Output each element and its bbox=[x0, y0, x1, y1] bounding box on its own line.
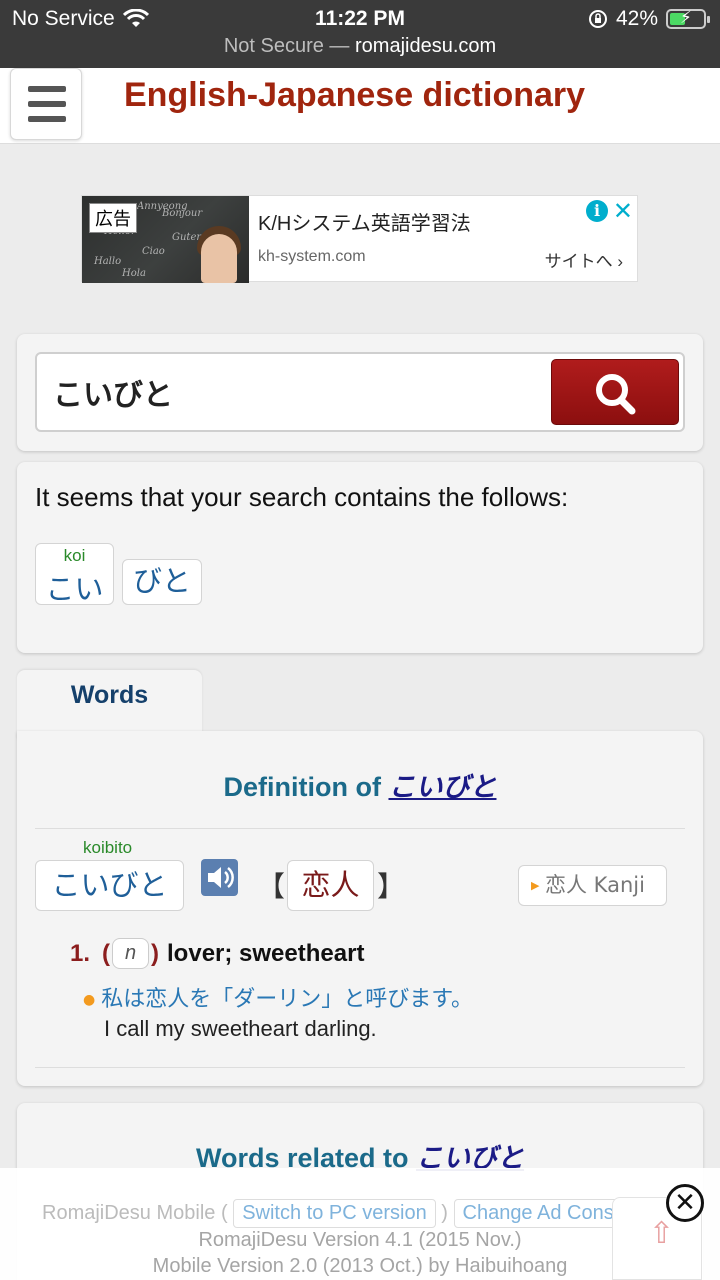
search-icon bbox=[596, 374, 636, 415]
ad-person-image bbox=[201, 234, 237, 283]
footer: RomajiDesu Mobile ( Switch to PC version… bbox=[0, 1168, 720, 1280]
ad-domain: kh-system.com bbox=[258, 248, 366, 265]
bracket-open: 【 bbox=[257, 870, 286, 903]
part-of-speech-badge[interactable]: n bbox=[112, 938, 150, 969]
triangle-right-icon: ▶ bbox=[531, 879, 540, 892]
sense-gloss: lover; sweetheart bbox=[167, 939, 365, 967]
battery-percent: 42% bbox=[615, 7, 658, 30]
arrow-up-icon: ⇧ bbox=[649, 1217, 675, 1250]
search-panel bbox=[17, 334, 703, 451]
chip-kana: こい bbox=[45, 572, 104, 606]
switch-to-pc-link[interactable]: Switch to PC version bbox=[233, 1199, 436, 1228]
sense-row: 1. ( n ) lover; sweetheart bbox=[70, 938, 364, 969]
definition-panel: Definition of こいびと koibito こいびと 【 恋人 】 ▶… bbox=[17, 731, 703, 1086]
bullet-icon: ● bbox=[83, 992, 96, 1008]
footer-brand: RomajiDesu Mobile ( bbox=[42, 1202, 228, 1224]
chip-kana: びと bbox=[132, 564, 191, 598]
tab-words[interactable]: Words bbox=[17, 670, 202, 740]
hamburger-menu-button[interactable] bbox=[10, 68, 82, 140]
ad-image[interactable]: Hello! Bonjour Ciao Hallo Guten Hola Ann… bbox=[82, 196, 249, 283]
security-label: Not Secure — bbox=[223, 35, 350, 57]
close-icon[interactable]: ✕ bbox=[666, 1184, 704, 1222]
ad-cta-button[interactable]: サイトへ › bbox=[545, 247, 623, 272]
definition-prefix: Definition of bbox=[223, 772, 389, 802]
ad-close-icon[interactable]: ✕ bbox=[613, 197, 633, 226]
definition-heading: Definition of こいびと bbox=[17, 765, 703, 804]
bracket-close: 】 bbox=[377, 870, 406, 903]
footer-sep: ) bbox=[441, 1202, 448, 1224]
orientation-lock-icon bbox=[588, 10, 607, 28]
ad-banner[interactable]: Hello! Bonjour Ciao Hallo Guten Hola Ann… bbox=[81, 195, 638, 283]
search-box bbox=[35, 352, 685, 432]
search-input[interactable] bbox=[53, 372, 533, 412]
play-audio-button[interactable] bbox=[201, 859, 238, 896]
battery-icon: ⚡ bbox=[666, 8, 710, 29]
example-english: I call my sweetheart darling. bbox=[104, 1016, 377, 1041]
word-romaji: koibito bbox=[83, 838, 133, 857]
ad-info-icon[interactable]: i bbox=[586, 200, 608, 222]
status-bar: No Service 11:22 PM 42% ⚡ Not Secure — r… bbox=[0, 0, 720, 68]
chip-ruby: koi bbox=[63, 546, 86, 565]
search-button[interactable] bbox=[551, 359, 679, 425]
hamburger-menu-icon bbox=[28, 86, 66, 92]
example-japanese[interactable]: ● 私は恋人を「ダーリン」と呼びます。 bbox=[83, 981, 473, 1013]
address-bar[interactable]: Not Secure — romajidesu.com bbox=[0, 35, 720, 58]
ad-badge: 広告 bbox=[89, 203, 137, 233]
site-title[interactable]: English-Japanese dictionary bbox=[124, 76, 585, 115]
breakdown-chip-koi[interactable]: koi こい bbox=[35, 543, 114, 606]
site-header: English-Japanese dictionary bbox=[0, 68, 720, 144]
ad-title[interactable]: K/Hシステム英語学習法 bbox=[258, 207, 471, 236]
speaker-icon bbox=[208, 867, 234, 888]
word-kanji[interactable]: 恋人 bbox=[287, 860, 374, 911]
kanji-details-button[interactable]: ▶ 恋人 Kanji bbox=[518, 865, 667, 906]
breakdown-message: It seems that your search contains the f… bbox=[35, 482, 569, 512]
url-domain: romajidesu.com bbox=[355, 35, 497, 57]
definition-term-link[interactable]: こいびと bbox=[388, 772, 496, 803]
battery-area: 42% ⚡ bbox=[588, 7, 710, 31]
breakdown-chip-bito[interactable]: びと bbox=[122, 559, 202, 605]
footer-links: RomajiDesu Mobile ( Switch to PC version… bbox=[42, 1199, 651, 1228]
word-reading[interactable]: こいびと bbox=[35, 860, 184, 911]
sense-number: 1. bbox=[70, 939, 91, 967]
kanji-link-label: 恋人 Kanji bbox=[545, 873, 645, 897]
search-breakdown-panel: It seems that your search contains the f… bbox=[17, 462, 703, 653]
